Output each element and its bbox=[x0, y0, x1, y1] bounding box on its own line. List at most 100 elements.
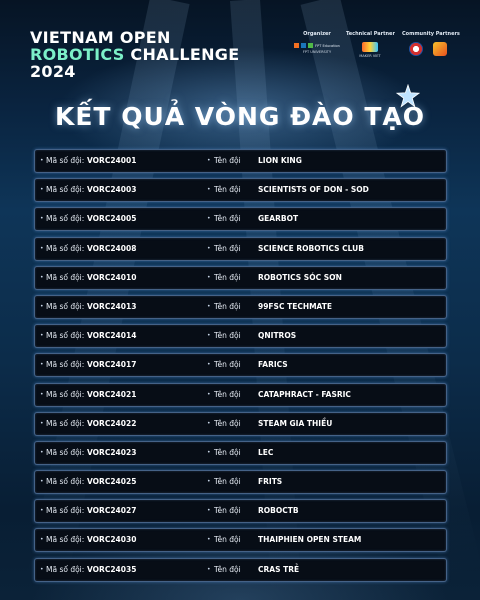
team-name: SCIENTISTS OF DON - SOD bbox=[258, 185, 369, 195]
team-code: VORC24010 bbox=[87, 272, 137, 282]
bullet-icon: • bbox=[40, 507, 44, 515]
team-name-label: Tên đội bbox=[214, 272, 241, 282]
team-name: ROBOTICS SÓC SƠN bbox=[258, 272, 342, 282]
team-row: • Mã số đội: VORC24005 • Tên đội GEARBOT bbox=[34, 207, 447, 232]
fpt-logo: FPT Education bbox=[294, 43, 340, 48]
bullet-icon: • bbox=[207, 478, 211, 486]
organizer-label: Organizer bbox=[303, 31, 331, 37]
bullet-icon: • bbox=[207, 332, 211, 340]
community-logo-2 bbox=[433, 42, 447, 56]
team-code: VORC24008 bbox=[87, 243, 137, 253]
bullet-icon: • bbox=[40, 419, 44, 427]
team-name-label: Tên đội bbox=[214, 360, 241, 370]
team-name: CRAS TRẺ bbox=[258, 564, 300, 574]
team-code: VORC24001 bbox=[87, 156, 137, 165]
team-code-label: Mã số đội: bbox=[46, 360, 85, 370]
bullet-icon: • bbox=[40, 244, 44, 252]
team-name: GEARBOT bbox=[258, 214, 299, 224]
team-code: VORC24017 bbox=[87, 360, 137, 370]
team-code-label: Mã số đội: bbox=[46, 418, 85, 428]
community-logo-1 bbox=[409, 42, 423, 56]
team-code: VORC24030 bbox=[87, 535, 137, 545]
event-title: VIETNAM OPEN ROBOTICS CHALLENGE 2024 bbox=[30, 29, 239, 81]
bullet-icon: • bbox=[207, 273, 211, 281]
team-name-label: Tên đội bbox=[214, 506, 241, 516]
fpt-university-text: FPT UNIVERSITY bbox=[302, 50, 332, 54]
bullet-icon: • bbox=[40, 332, 44, 340]
team-row: • Mã số đội: VORC24014 • Tên đội QNITROS bbox=[34, 324, 447, 349]
team-code: VORC24021 bbox=[87, 389, 137, 399]
makerviet-logo bbox=[362, 42, 378, 52]
team-code: VORC24003 bbox=[87, 185, 137, 195]
bullet-icon: • bbox=[40, 478, 44, 486]
bullet-icon: • bbox=[40, 448, 44, 456]
bullet-icon: • bbox=[40, 390, 44, 398]
team-code-label: Mã số đội: bbox=[46, 185, 85, 195]
team-name-label: Tên đội bbox=[214, 243, 241, 253]
team-row: • Mã số đội: VORC24017 • Tên đội FARICS bbox=[34, 353, 447, 378]
team-name: ROBOCTB bbox=[258, 506, 299, 516]
team-name-label: Tên đội bbox=[214, 185, 241, 195]
team-name-label: Tên đội bbox=[214, 477, 241, 487]
event-title-challenge: CHALLENGE bbox=[124, 45, 240, 64]
community-partners-label: Community Partners bbox=[402, 31, 460, 37]
bullet-icon: • bbox=[207, 302, 211, 310]
team-row: • Mã số đội: VORC24003 • Tên đội SCIENTISTS O… bbox=[34, 178, 447, 203]
team-row: • Mã số đội: VORC24025 • Tên đội FRITS bbox=[34, 470, 447, 495]
team-name-label: Tên đội bbox=[214, 156, 241, 165]
team-row: • Mã số đội: VORC24008 • Tên đội SCIENCE ROBO… bbox=[34, 236, 447, 261]
team-code: VORC24023 bbox=[87, 447, 137, 457]
team-code: VORC24014 bbox=[87, 331, 137, 341]
team-code: VORC24035 bbox=[87, 564, 137, 574]
team-row: • Mã số đội: VORC24021 • Tên đội CATAPHRACT -… bbox=[34, 382, 447, 407]
team-code-label: Mã số đội: bbox=[46, 156, 85, 165]
makerviet-text: MAKER VIET bbox=[359, 54, 381, 58]
bullet-icon: • bbox=[40, 186, 44, 194]
event-title-line2: ROBOTICS CHALLENGE bbox=[30, 46, 239, 63]
team-row: • Mã số đội: VORC24022 • Tên đội STEAM GIA TH… bbox=[34, 411, 447, 436]
team-name: LION KING bbox=[258, 156, 302, 165]
bullet-icon: • bbox=[40, 215, 44, 223]
team-code-label: Mã số đội: bbox=[46, 535, 85, 545]
community-partners-group: Community Partners bbox=[402, 31, 460, 56]
team-code-label: Mã số đội: bbox=[46, 477, 85, 487]
team-name: STEAM GIA THIỀU bbox=[258, 418, 333, 428]
team-name-label: Tên đội bbox=[214, 564, 241, 574]
team-code-label: Mã số đội: bbox=[46, 506, 85, 516]
bullet-icon: • bbox=[40, 273, 44, 281]
team-code: VORC24013 bbox=[87, 301, 137, 311]
team-name: 99FSC TECHMATE bbox=[258, 301, 333, 311]
event-year: 2024 bbox=[30, 62, 76, 81]
team-code-label: Mã số đội: bbox=[46, 564, 85, 574]
team-code-label: Mã số đội: bbox=[46, 272, 85, 282]
team-row: • Mã số đội: VORC24027 • Tên đội ROBOCTB bbox=[34, 499, 447, 524]
team-row: • Mã số đội: VORC24030 • Tên đội THAIPHIEN OP… bbox=[34, 528, 447, 553]
team-row: • Mã số đội: VORC24010 • Tên đội ROBOTICS SÓC… bbox=[34, 265, 447, 290]
team-list: • Mã số đội: VORC24001 • Tên đội LION KING • Mã… bbox=[34, 149, 447, 587]
team-name: CATAPHRACT - FASRIC bbox=[258, 389, 351, 399]
bullet-icon: • bbox=[40, 157, 44, 164]
team-name-label: Tên đội bbox=[214, 389, 241, 399]
team-code: VORC24005 bbox=[87, 214, 137, 224]
team-name-label: Tên đội bbox=[214, 418, 241, 428]
team-code: VORC24025 bbox=[87, 477, 137, 487]
team-name-label: Tên đội bbox=[214, 331, 241, 341]
team-name: THAIPHIEN OPEN STEAM bbox=[258, 535, 362, 545]
bullet-icon: • bbox=[207, 361, 211, 369]
team-name: SCIENCE ROBOTICS CLUB bbox=[258, 243, 364, 253]
technical-partner-label: Technical Partner bbox=[346, 31, 395, 37]
bullet-icon: • bbox=[207, 448, 211, 456]
bullet-icon: • bbox=[207, 215, 211, 223]
team-code: VORC24027 bbox=[87, 506, 137, 516]
team-row: • Mã số đội: VORC24023 • Tên đội LEC bbox=[34, 440, 447, 465]
community-logos bbox=[402, 42, 454, 56]
team-row: • Mã số đội: VORC24001 • Tên đội LION KING bbox=[34, 149, 447, 173]
bullet-icon: • bbox=[207, 244, 211, 252]
team-name: LEC bbox=[258, 447, 274, 457]
bullet-icon: • bbox=[207, 565, 211, 573]
team-code-label: Mã số đội: bbox=[46, 389, 85, 399]
bullet-icon: • bbox=[207, 390, 211, 398]
bullet-icon: • bbox=[207, 536, 211, 544]
bullet-icon: • bbox=[207, 186, 211, 194]
bullet-icon: • bbox=[40, 536, 44, 544]
